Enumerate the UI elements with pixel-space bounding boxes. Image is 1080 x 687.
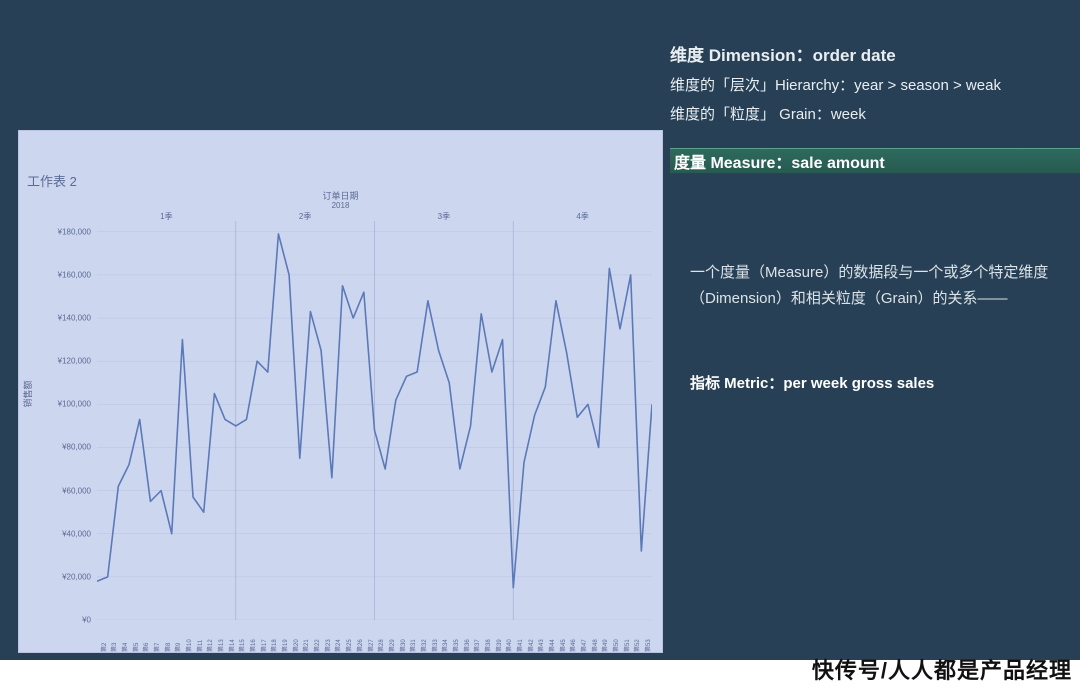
sheet-title: 工作表 2 (27, 171, 77, 190)
y-axis-label: 销售额 (21, 380, 34, 407)
x-axis: 第1第2第3第4第5第6第7第8第9第10第11第12第13第14第15第16第… (97, 620, 652, 652)
info-paragraph: 一个度量（Measure）的数据段与一个或多个特定维度（Dimension）和相… (690, 260, 1050, 311)
app-canvas: 列 日 年(订单日期) 日 季度(订单日期) 周(订单日期) 行 总和(销售额)… (0, 0, 1080, 660)
chart-year: 2018 (19, 201, 662, 210)
metric-line: 指标 Metric：per week gross sales (690, 372, 1050, 393)
y-axis: 销售额 ¥180,000¥160,000¥140,000¥120,000¥100… (19, 221, 97, 620)
measure-band: 度量 Measure：sale amount (670, 148, 1080, 174)
watermark: 快传号/人人都是产品经理 (812, 653, 1072, 685)
dimension-line: 维度 Dimension：order date (670, 40, 1068, 72)
quarter-label: 1季 (97, 211, 236, 221)
quarter-label: 2季 (236, 211, 375, 221)
hierarchy-line: 维度的「层次」Hierarchy：year > season > weak (670, 72, 1068, 101)
chart-panel: 工作表 2 订单日期 2018 1季 2季 3季 4季 销售额 ¥180,000… (18, 130, 663, 653)
plot-area[interactable] (97, 221, 652, 620)
line-chart-svg (97, 221, 652, 620)
quarter-axis: 1季 2季 3季 4季 (97, 211, 652, 221)
info-block-top: 维度 Dimension：order date 维度的「层次」Hierarchy… (670, 40, 1068, 129)
quarter-label: 3季 (375, 211, 514, 221)
quarter-label: 4季 (513, 211, 652, 221)
grain-line: 维度的「粒度」 Grain：week (670, 101, 1068, 130)
